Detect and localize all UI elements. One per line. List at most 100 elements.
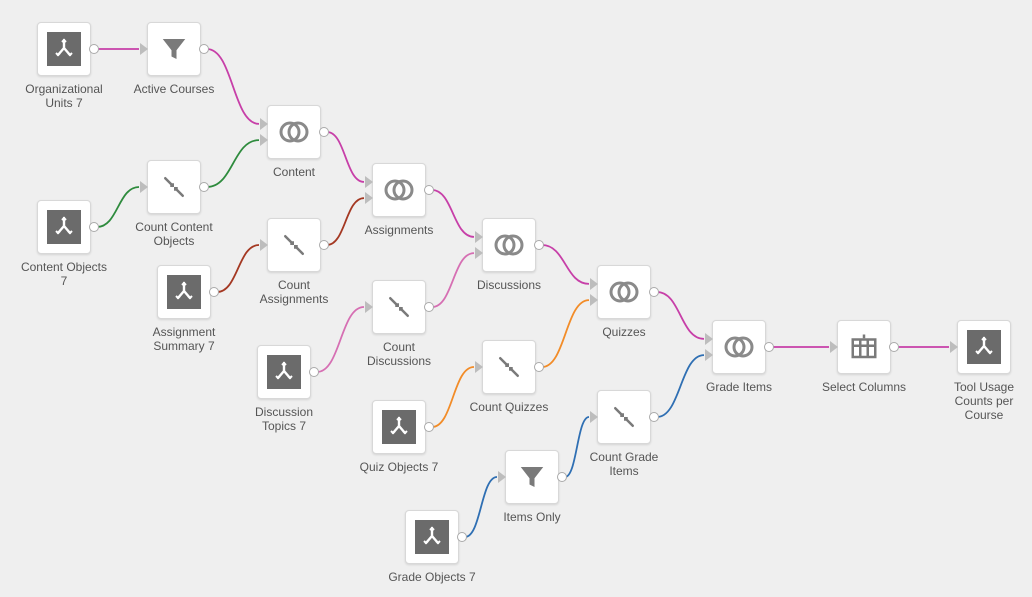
data-source-icon xyxy=(47,32,81,66)
workflow-canvas[interactable]: Organizational Units 7 Active Courses Co… xyxy=(0,0,1032,597)
input-port[interactable] xyxy=(498,471,506,483)
node-box[interactable] xyxy=(37,22,91,76)
node-assign-summary[interactable]: Assignment Summary 7 xyxy=(140,265,228,353)
input-port[interactable] xyxy=(475,247,483,259)
input-port[interactable] xyxy=(365,176,373,188)
input-port[interactable] xyxy=(475,231,483,243)
node-box[interactable] xyxy=(147,22,201,76)
output-port[interactable] xyxy=(534,362,544,372)
aggregate-icon xyxy=(159,172,189,202)
node-label: Discussions xyxy=(465,278,553,292)
input-port[interactable] xyxy=(260,118,268,130)
input-port[interactable] xyxy=(950,341,958,353)
node-disc-topics[interactable]: Discussion Topics 7 xyxy=(240,345,328,433)
node-box[interactable] xyxy=(147,160,201,214)
node-count-disc[interactable]: Count Discussions xyxy=(355,280,443,368)
join-icon xyxy=(277,115,311,149)
join-icon xyxy=(722,330,756,364)
node-count-assign[interactable]: Count Assignments xyxy=(250,218,338,306)
output-port[interactable] xyxy=(199,44,209,54)
join-icon xyxy=(607,275,641,309)
node-box[interactable] xyxy=(267,218,321,272)
node-box[interactable] xyxy=(837,320,891,374)
node-output[interactable]: Tool Usage Counts per Course xyxy=(940,320,1028,422)
node-box[interactable] xyxy=(957,320,1011,374)
input-port[interactable] xyxy=(830,341,838,353)
input-port[interactable] xyxy=(705,349,713,361)
node-label: Content Objects 7 xyxy=(20,260,108,288)
input-port[interactable] xyxy=(475,361,483,373)
node-box[interactable] xyxy=(157,265,211,319)
input-port[interactable] xyxy=(590,411,598,423)
node-select-cols[interactable]: Select Columns xyxy=(820,320,908,394)
node-label: Assignments xyxy=(355,223,443,237)
node-box[interactable] xyxy=(597,265,651,319)
output-port[interactable] xyxy=(319,127,329,137)
node-label: Discussion Topics 7 xyxy=(240,405,328,433)
node-label: Grade Objects 7 xyxy=(388,570,476,584)
filter-icon xyxy=(159,34,189,64)
node-count-grade[interactable]: Count Grade Items xyxy=(580,390,668,478)
node-label: Count Quizzes xyxy=(465,400,553,414)
node-content-objects[interactable]: Content Objects 7 xyxy=(20,200,108,288)
input-port[interactable] xyxy=(590,278,598,290)
data-source-icon xyxy=(415,520,449,554)
node-box[interactable] xyxy=(482,340,536,394)
node-box[interactable] xyxy=(505,450,559,504)
output-port[interactable] xyxy=(764,342,774,352)
node-box[interactable] xyxy=(37,200,91,254)
output-port[interactable] xyxy=(424,302,434,312)
output-port[interactable] xyxy=(89,222,99,232)
node-box[interactable] xyxy=(372,280,426,334)
aggregate-icon xyxy=(494,352,524,382)
node-box[interactable] xyxy=(372,400,426,454)
node-count-content[interactable]: Count Content Objects xyxy=(130,160,218,248)
output-port[interactable] xyxy=(649,287,659,297)
output-port[interactable] xyxy=(319,240,329,250)
output-port[interactable] xyxy=(309,367,319,377)
node-content[interactable]: Content xyxy=(250,105,338,179)
input-port[interactable] xyxy=(140,181,148,193)
node-box[interactable] xyxy=(267,105,321,159)
node-grade-objects[interactable]: Grade Objects 7 xyxy=(388,510,476,584)
node-quiz-objects[interactable]: Quiz Objects 7 xyxy=(355,400,443,474)
output-port[interactable] xyxy=(889,342,899,352)
input-port[interactable] xyxy=(260,239,268,251)
output-port[interactable] xyxy=(209,287,219,297)
input-port[interactable] xyxy=(365,301,373,313)
output-port[interactable] xyxy=(557,472,567,482)
output-port[interactable] xyxy=(199,182,209,192)
node-box[interactable] xyxy=(597,390,651,444)
node-box[interactable] xyxy=(372,163,426,217)
input-port[interactable] xyxy=(590,294,598,306)
node-discussions[interactable]: Discussions xyxy=(465,218,553,292)
output-port[interactable] xyxy=(424,185,434,195)
output-port[interactable] xyxy=(649,412,659,422)
input-port[interactable] xyxy=(365,192,373,204)
aggregate-icon xyxy=(279,230,309,260)
output-port[interactable] xyxy=(89,44,99,54)
data-output-icon xyxy=(967,330,1001,364)
node-count-quizzes[interactable]: Count Quizzes xyxy=(465,340,553,414)
node-label: Count Content Objects xyxy=(130,220,218,248)
node-grade-items[interactable]: Grade Items xyxy=(695,320,783,394)
node-items-only[interactable]: Items Only xyxy=(488,450,576,524)
node-box[interactable] xyxy=(712,320,766,374)
table-select-icon xyxy=(849,332,879,362)
node-quizzes[interactable]: Quizzes xyxy=(580,265,668,339)
node-active-courses[interactable]: Active Courses xyxy=(130,22,218,96)
node-box[interactable] xyxy=(257,345,311,399)
node-box[interactable] xyxy=(405,510,459,564)
node-org-units[interactable]: Organizational Units 7 xyxy=(20,22,108,110)
node-label: Select Columns xyxy=(820,380,908,394)
node-label: Tool Usage Counts per Course xyxy=(940,380,1028,422)
node-assignments[interactable]: Assignments xyxy=(355,163,443,237)
output-port[interactable] xyxy=(457,532,467,542)
input-port[interactable] xyxy=(140,43,148,55)
filter-icon xyxy=(517,462,547,492)
input-port[interactable] xyxy=(705,333,713,345)
node-box[interactable] xyxy=(482,218,536,272)
output-port[interactable] xyxy=(424,422,434,432)
output-port[interactable] xyxy=(534,240,544,250)
input-port[interactable] xyxy=(260,134,268,146)
